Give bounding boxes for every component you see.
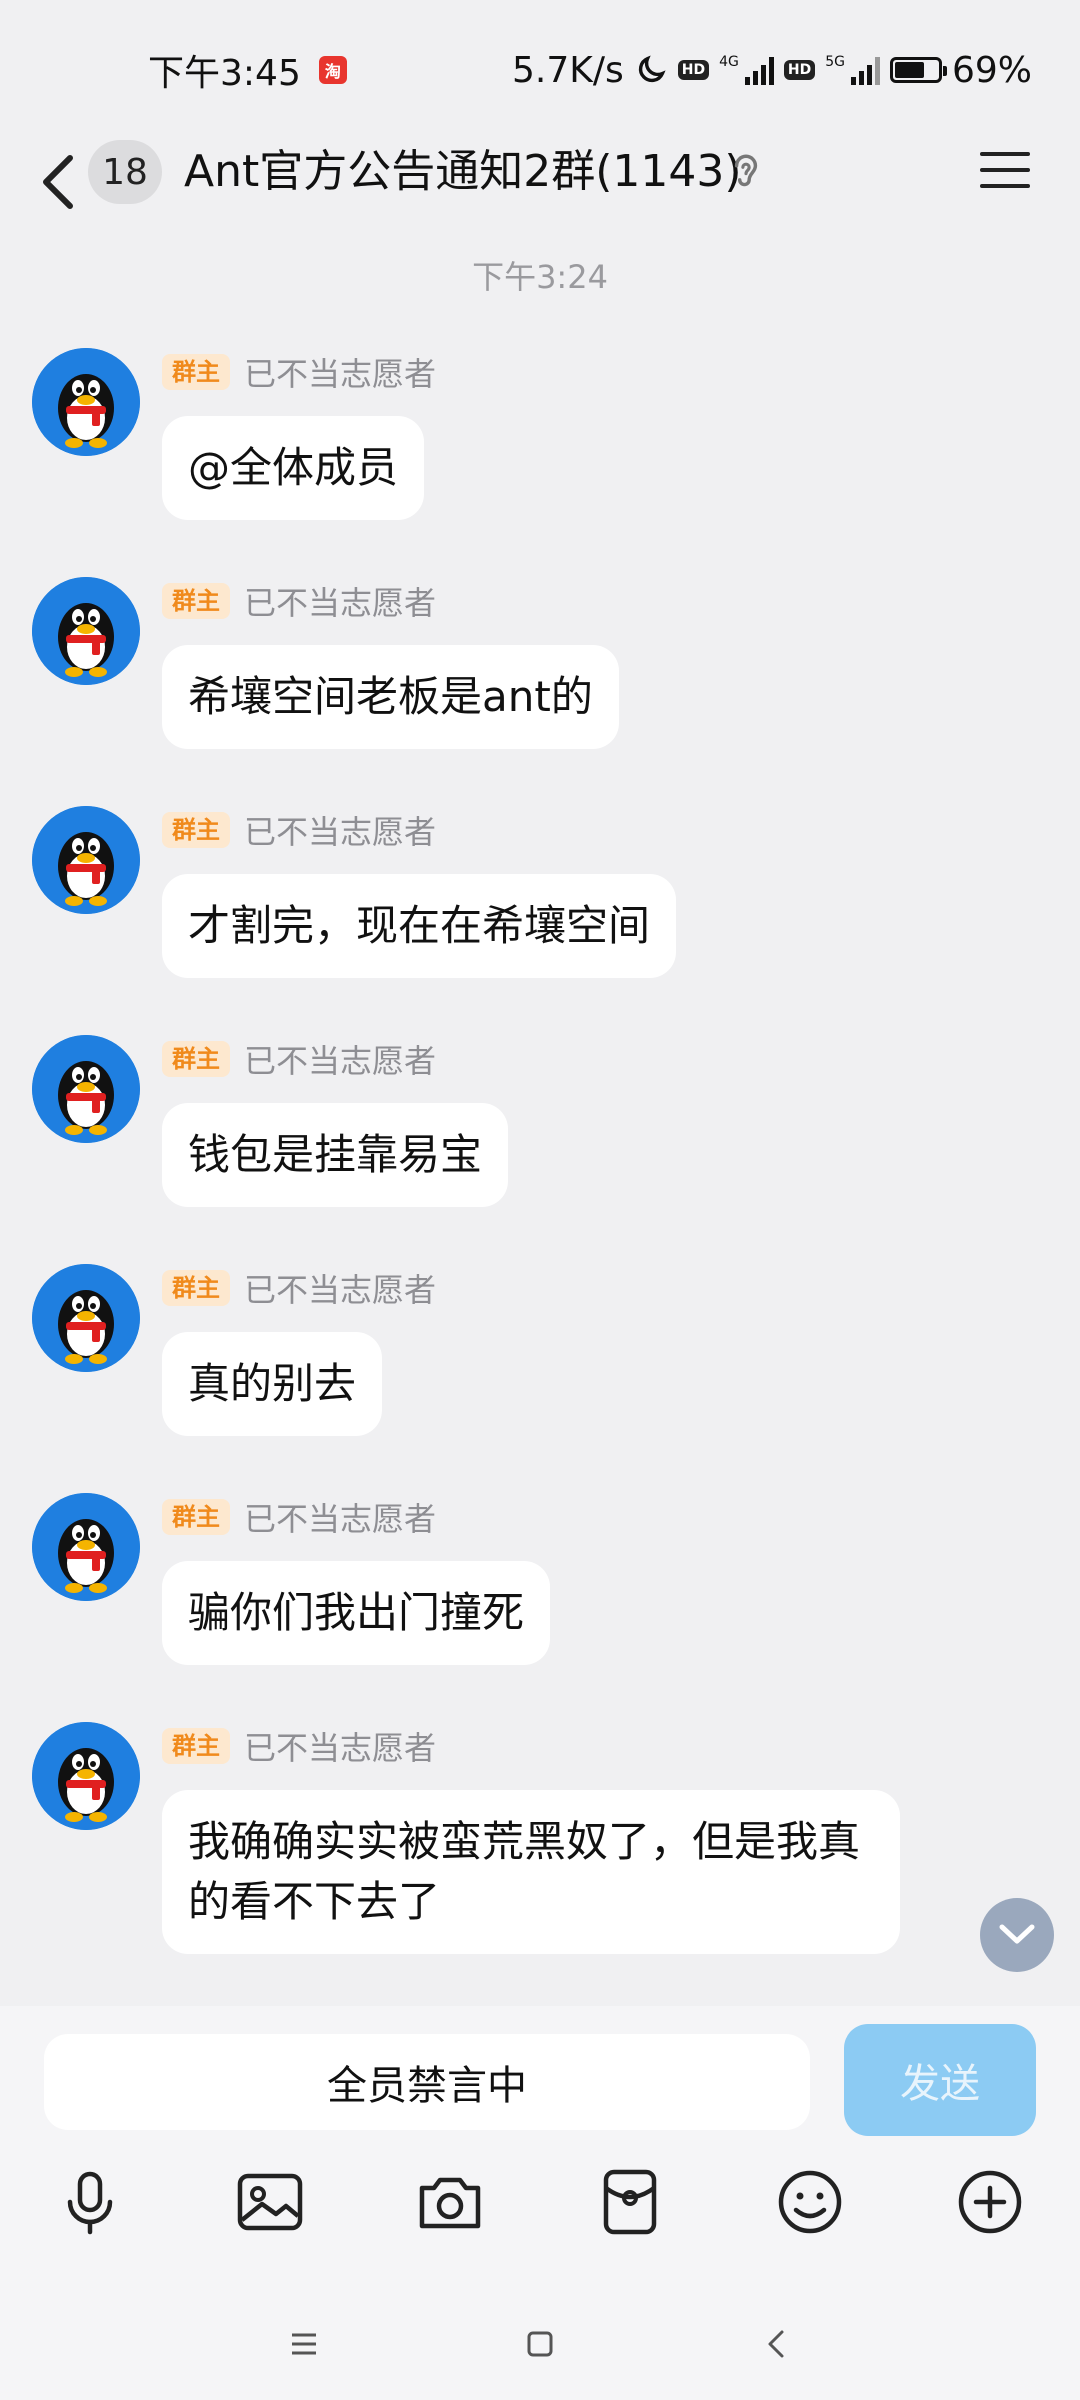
message-bubble[interactable]: 骗你们我出门撞死 [162,1561,551,1665]
scroll-to-bottom-button[interactable] [980,1898,1054,1972]
sender-row: 群主 已不当志愿者 [162,1494,436,1540]
red-packet-icon[interactable] [594,2166,666,2238]
role-badge: 群主 [162,1728,230,1764]
battery-icon [889,57,947,83]
avatar[interactable] [32,1722,140,1830]
role-badge: 群主 [162,354,230,390]
role-badge: 群主 [162,583,230,619]
ear-icon[interactable] [730,150,762,194]
message-bubble[interactable]: 我确确实实被蛮荒黑奴了，但是我真的看不下去了 [162,1790,900,1954]
network-speed: 5.7K/s [512,49,624,91]
send-button[interactable]: 发送 [844,2024,1036,2136]
penguin-avatar-icon [32,348,140,456]
hd-badge-1: HD [677,60,710,80]
signal-icon-2 [850,55,880,85]
signal-icon-1 [744,55,774,85]
sender-row: 群主 已不当志愿者 [162,1265,436,1311]
message-input[interactable]: 全员禁言中 [44,2034,810,2130]
penguin-avatar-icon [32,806,140,914]
avatar[interactable] [32,806,140,914]
penguin-avatar-icon [32,1264,140,1372]
sender-row: 群主 已不当志愿者 [162,807,436,853]
chat-header: 18 Ant官方公告通知2群(1143) [0,130,1080,230]
role-badge: 群主 [162,1499,230,1535]
penguin-avatar-icon [32,1722,140,1830]
moon-icon [638,55,666,83]
message-bubble[interactable]: 才割完，现在在希壤空间 [162,874,677,978]
message-bubble[interactable]: @全体成员 [162,416,425,520]
camera-icon[interactable] [414,2166,486,2238]
back-arrow-icon[interactable] [38,154,78,210]
plus-icon[interactable] [954,2166,1026,2238]
emoji-icon[interactable] [774,2166,846,2238]
penguin-avatar-icon [32,1493,140,1601]
group-title[interactable]: Ant官方公告通知2群(1143) [184,140,742,204]
sender-name[interactable]: 已不当志愿者 [244,1494,436,1540]
status-time: 下午3:45 [148,53,301,94]
network-type-2: 5G [825,54,845,70]
sender-row: 群主 已不当志愿者 [162,578,436,624]
menu-icon[interactable] [980,148,1030,192]
sender-row: 群主 已不当志愿者 [162,349,436,395]
penguin-avatar-icon [32,577,140,685]
taobao-notification-icon: 淘 [318,56,347,84]
avatar[interactable] [32,577,140,685]
network-type-1: 4G [719,54,739,70]
sender-name[interactable]: 已不当志愿者 [244,1723,436,1769]
message-bubble[interactable]: 钱包是挂靠易宝 [162,1103,509,1207]
message-bubble[interactable]: 希壤空间老板是ant的 [162,645,619,749]
sender-row: 群主 已不当志愿者 [162,1036,436,1082]
sender-row: 群主 已不当志愿者 [162,1723,436,1769]
sender-name[interactable]: 已不当志愿者 [244,578,436,624]
back-nav-icon[interactable] [758,2324,798,2364]
avatar[interactable] [32,1493,140,1601]
home-icon[interactable] [520,2324,560,2364]
penguin-avatar-icon [32,1035,140,1143]
avatar[interactable] [32,348,140,456]
avatar[interactable] [32,1035,140,1143]
sender-name[interactable]: 已不当志愿者 [244,1036,436,1082]
status-bar: 下午3:45 淘 5.7K/s HD 4G HD 5G 69% [0,0,1080,140]
recent-apps-icon[interactable] [284,2324,324,2364]
sender-name[interactable]: 已不当志愿者 [244,349,436,395]
message-bubble[interactable]: 真的别去 [162,1332,383,1436]
chat-timestamp: 下午3:24 [472,258,608,296]
avatar[interactable] [32,1264,140,1372]
role-badge: 群主 [162,1041,230,1077]
unread-count-badge[interactable]: 18 [88,140,162,204]
hd-badge-2: HD [783,60,816,80]
sender-name[interactable]: 已不当志愿者 [244,807,436,853]
sender-name[interactable]: 已不当志愿者 [244,1265,436,1311]
system-nav-bar [0,2290,1080,2400]
role-badge: 群主 [162,1270,230,1306]
chevron-down-icon [999,1924,1035,1944]
microphone-icon[interactable] [54,2166,126,2238]
image-icon[interactable] [234,2166,306,2238]
battery-percent: 69% [951,49,1032,91]
role-badge: 群主 [162,812,230,848]
